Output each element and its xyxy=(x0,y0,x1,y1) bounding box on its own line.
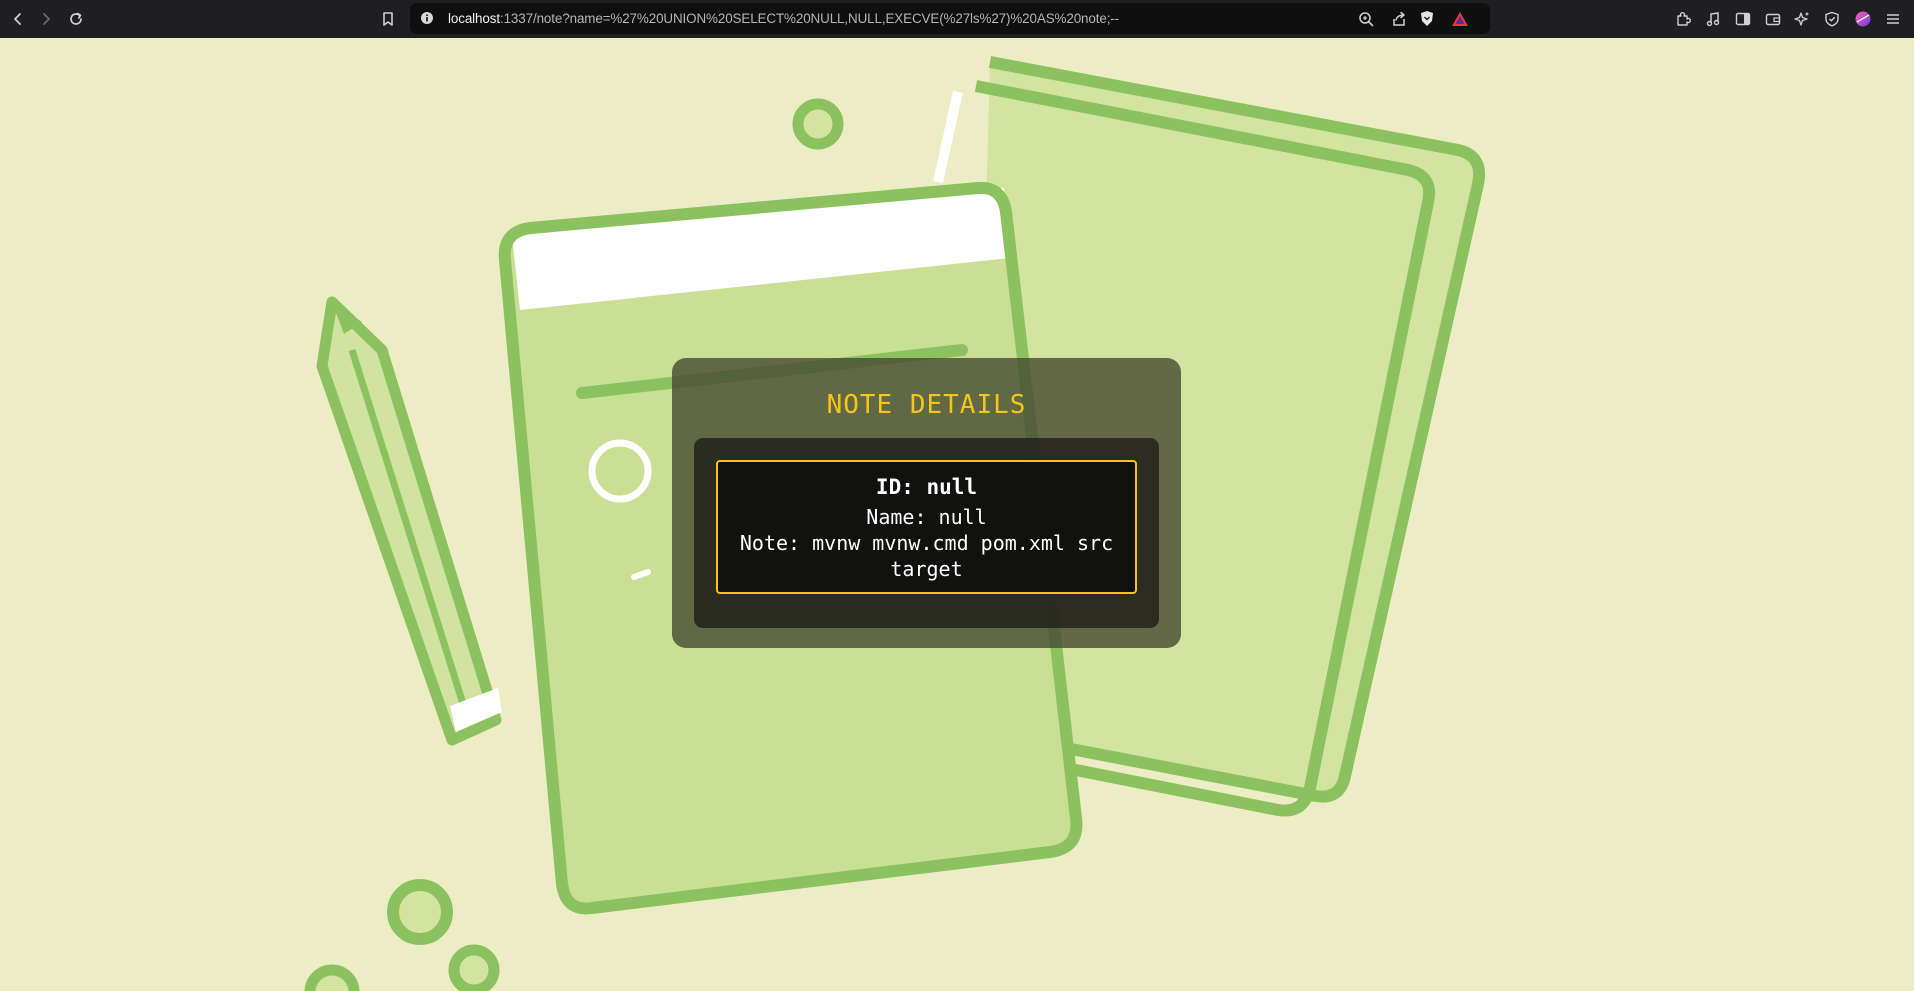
profile-avatar-icon[interactable] xyxy=(1852,8,1874,30)
note-content: Note: mvnw mvnw.cmd pom.xml src target xyxy=(739,531,1114,581)
note-name: Name: null xyxy=(866,505,987,529)
forward-arrow-icon[interactable] xyxy=(32,5,60,33)
address-bar[interactable]: localhost:1337/note?name=%27%20UNION%20S… xyxy=(410,3,1490,34)
share-icon[interactable] xyxy=(1389,9,1409,29)
card-inner-panel: ID: null Name: null Note: mvnw mvnw.cmd … xyxy=(694,438,1159,628)
vpn-shield-icon[interactable] xyxy=(1821,8,1843,30)
url-host: localhost xyxy=(448,11,500,26)
note-entry: ID: null Name: null Note: mvnw mvnw.cmd … xyxy=(716,460,1137,594)
note-details-card: NOTE DETAILS ID: null Name: null Note: m… xyxy=(672,358,1181,648)
wallet-icon[interactable] xyxy=(1762,8,1784,30)
brave-rewards-icon[interactable] xyxy=(1450,9,1470,29)
back-arrow-icon[interactable] xyxy=(4,5,32,33)
info-icon[interactable] xyxy=(420,11,434,25)
browser-toolbar: localhost:1337/note?name=%27%20UNION%20S… xyxy=(0,0,1914,38)
hamburger-menu-icon[interactable] xyxy=(1882,8,1904,30)
url-text[interactable]: localhost:1337/note?name=%27%20UNION%20S… xyxy=(448,3,1119,34)
reload-icon[interactable] xyxy=(62,5,90,33)
leo-ai-icon[interactable] xyxy=(1791,8,1813,30)
card-title: NOTE DETAILS xyxy=(826,390,1027,420)
sidebar-icon[interactable] xyxy=(1732,8,1754,30)
page-content: NOTE DETAILS ID: null Name: null Note: m… xyxy=(0,38,1914,991)
puzzle-icon[interactable] xyxy=(1672,8,1694,30)
bookmark-icon[interactable] xyxy=(374,5,402,33)
zoom-icon[interactable] xyxy=(1356,9,1376,29)
music-note-icon[interactable] xyxy=(1702,8,1724,30)
pencil-illustration xyxy=(316,296,502,746)
note-id: ID: null xyxy=(875,475,978,499)
brave-shield-icon[interactable] xyxy=(1417,9,1437,29)
url-path: :1337/note?name=%27%20UNION%20SELECT%20N… xyxy=(499,11,1120,26)
